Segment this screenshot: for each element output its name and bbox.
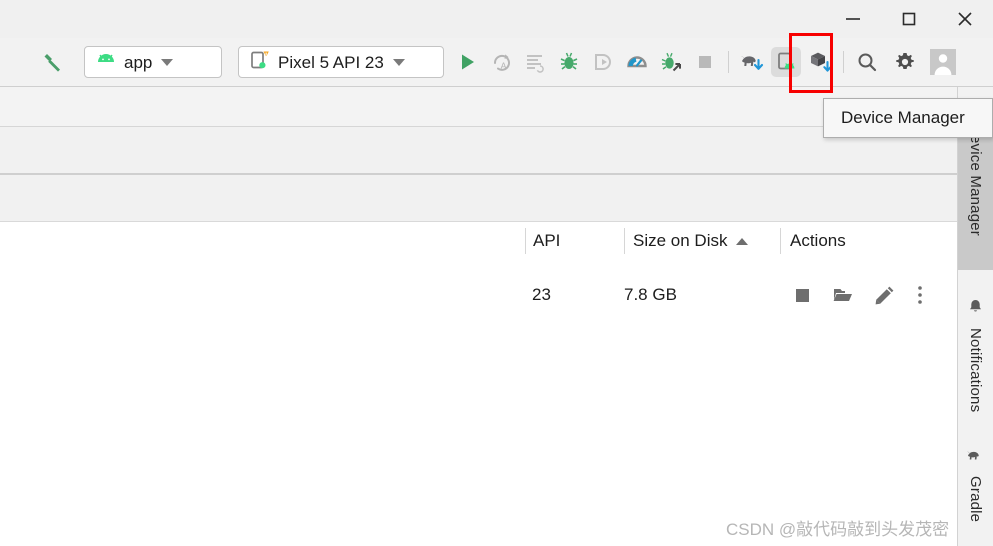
sidebar-item-notifications-label: Notifications [967, 328, 984, 413]
folder-open-icon[interactable] [833, 286, 853, 304]
close-icon[interactable] [937, 0, 993, 38]
run-configuration-label: app [124, 52, 153, 72]
debug-button[interactable] [554, 47, 584, 77]
minimize-icon[interactable] [825, 0, 881, 38]
column-separator[interactable] [624, 228, 625, 254]
maximize-icon[interactable] [881, 0, 937, 38]
column-header-actions-label: Actions [790, 231, 846, 250]
sidebar-item-gradle-label: Gradle [967, 476, 984, 523]
android-head-icon [95, 52, 117, 73]
sidebar-item-device-manager-label: evice Manager [967, 135, 984, 236]
chevron-down-icon [392, 58, 405, 66]
column-header-api-label: API [533, 231, 561, 250]
gradle-elephant-icon [966, 448, 985, 468]
column-header-size-on-disk-label: Size on Disk [633, 231, 728, 250]
bell-icon [967, 298, 984, 320]
table-row[interactable]: 23 7.8 GB [0, 260, 957, 320]
sidebar-item-device-manager[interactable]: evice Manager [958, 135, 993, 270]
hammer-icon[interactable] [38, 47, 68, 77]
right-tool-window-strip: evice Manager Notifications Gradle [957, 87, 993, 546]
sort-ascending-icon [736, 237, 749, 245]
sdk-manager-button[interactable] [737, 47, 767, 77]
device-selector-label: Pixel 5 API 23 [278, 52, 384, 72]
stop-button[interactable] [690, 47, 720, 77]
device-manager-tooltip: Device Manager [823, 98, 993, 138]
column-header-actions[interactable]: Actions [790, 222, 846, 260]
sync-project-button[interactable] [805, 47, 835, 77]
window-controls [825, 0, 993, 38]
cell-api: 23 [532, 285, 551, 304]
column-separator[interactable] [780, 228, 781, 254]
sidebar-item-notifications[interactable]: Notifications [958, 292, 993, 432]
column-header-size-on-disk[interactable]: Size on Disk [633, 222, 749, 260]
android-studio-window: app Pixel 5 API 23 A API Size on Disk Ac… [0, 0, 993, 546]
csdn-watermark: CSDN @敲代码敲到头发茂密 [726, 520, 950, 539]
toolbar-divider [728, 51, 729, 73]
stop-device-button[interactable] [794, 287, 811, 304]
profiler-button[interactable] [622, 47, 652, 77]
chevron-down-icon [161, 58, 174, 66]
column-separator[interactable] [525, 228, 526, 254]
panel-band-middle [0, 127, 957, 175]
run-with-coverage-button[interactable] [656, 47, 686, 77]
device-with-warning-icon [249, 49, 271, 76]
device-manager-button[interactable] [771, 47, 801, 77]
device-table-body: 23 7.8 GB [0, 260, 957, 546]
pencil-icon[interactable] [875, 285, 895, 305]
account-button[interactable] [928, 47, 958, 77]
cell-size-on-disk: 7.8 GB [624, 285, 677, 304]
column-header-api[interactable]: API [533, 222, 560, 260]
overflow-menu-icon[interactable] [917, 285, 923, 305]
sidebar-item-gradle[interactable]: Gradle [958, 442, 993, 546]
attach-debugger-button[interactable] [588, 47, 618, 77]
svg-text:A: A [501, 61, 507, 71]
avatar-icon [930, 49, 956, 75]
panel-band-top [0, 87, 957, 127]
run-button[interactable] [452, 47, 482, 77]
apply-code-changes-button[interactable] [520, 47, 550, 77]
device-selector[interactable]: Pixel 5 API 23 [238, 46, 444, 78]
device-table-header: API Size on Disk Actions [0, 222, 957, 261]
row-action-buttons [794, 285, 923, 305]
gear-icon[interactable] [890, 47, 920, 77]
main-toolbar: app Pixel 5 API 23 A [0, 38, 993, 87]
panel-band-lower [0, 175, 957, 222]
run-configuration-selector[interactable]: app [84, 46, 222, 78]
apply-changes-button[interactable]: A [486, 47, 516, 77]
search-icon[interactable] [852, 47, 882, 77]
toolbar-divider [843, 51, 844, 73]
title-bar [0, 0, 993, 38]
